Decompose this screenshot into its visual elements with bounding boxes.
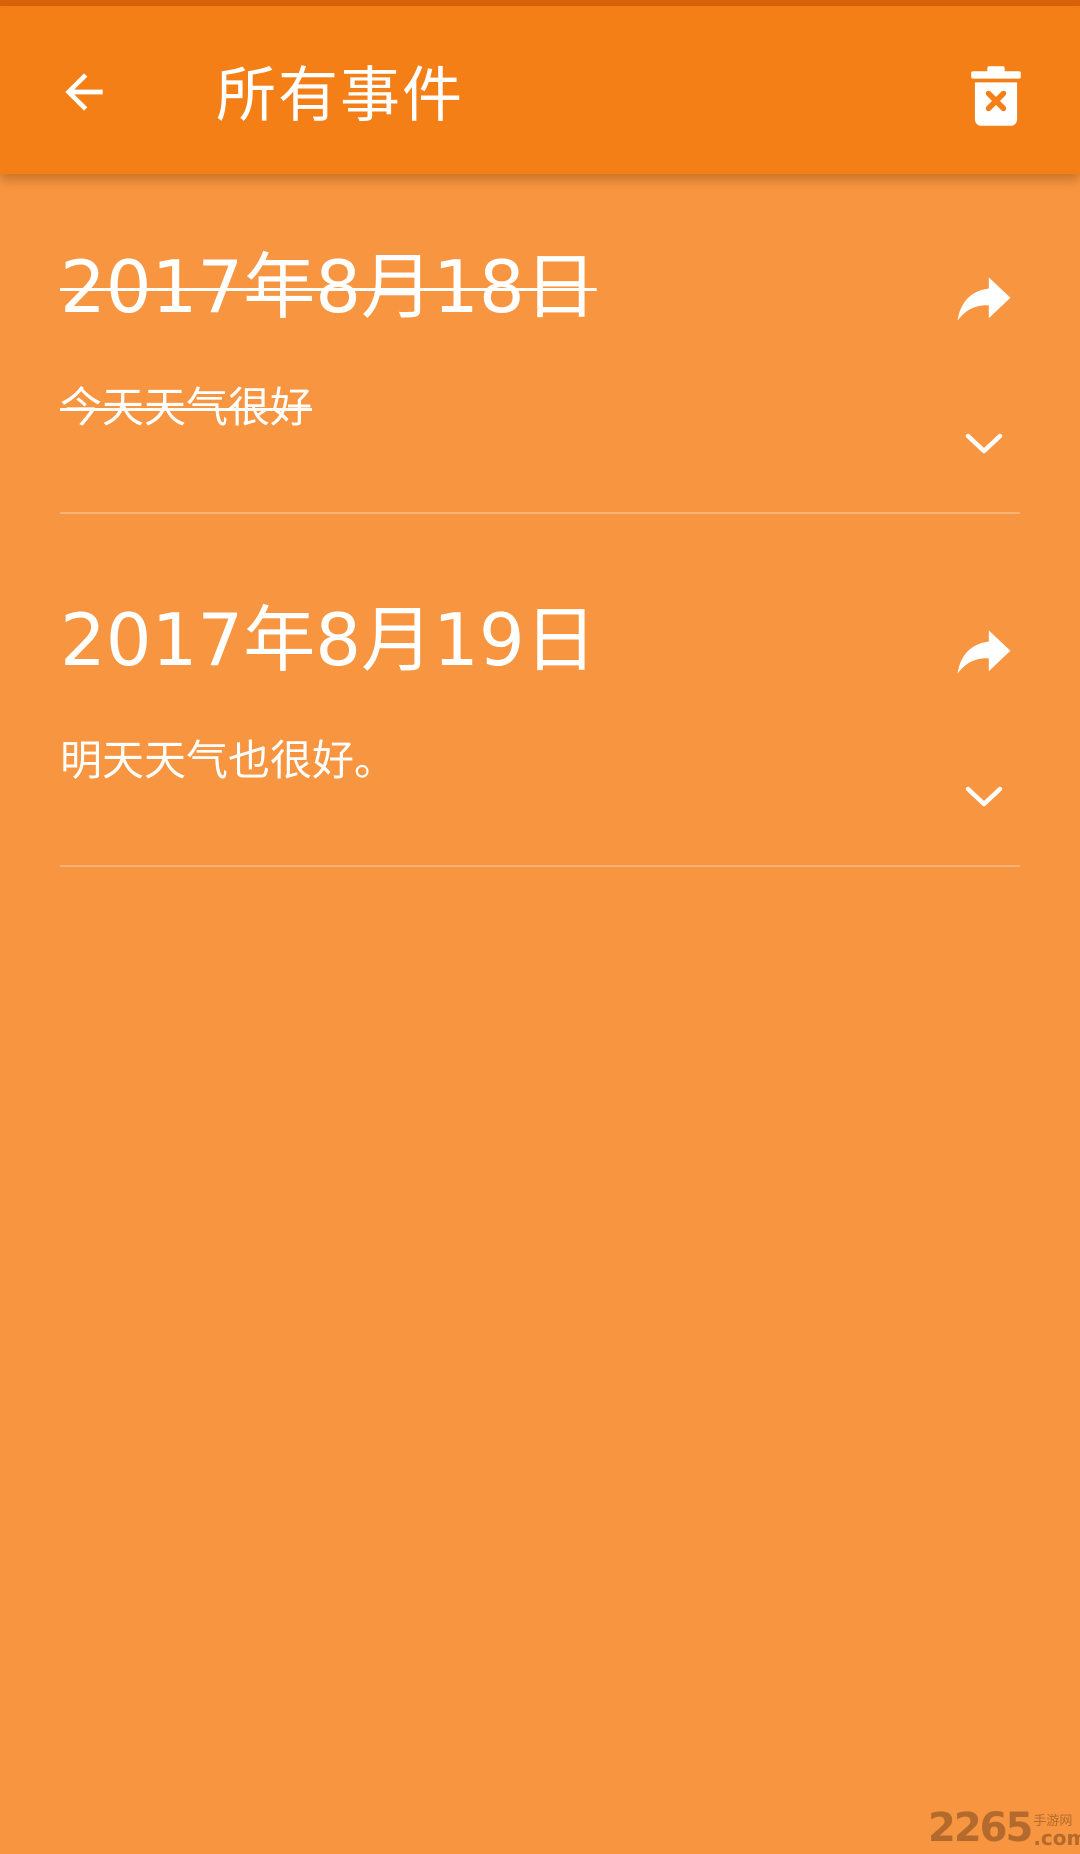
- event-date: 2017年8月18日: [60, 245, 597, 329]
- arrow-left-icon: [65, 73, 103, 111]
- page-title: 所有事件: [216, 61, 464, 131]
- event-item[interactable]: 2017年8月19日 明天天气也很好。: [0, 527, 1080, 880]
- share-arrow-icon: [957, 277, 1011, 321]
- chevron-down-icon: [965, 433, 1003, 454]
- back-button[interactable]: [44, 52, 124, 132]
- event-text: 明天天气也很好。: [60, 736, 397, 785]
- watermark-number: 2265: [928, 1805, 1033, 1851]
- watermark-domain: .com: [1033, 1826, 1080, 1850]
- trash-x-icon: [971, 66, 1021, 126]
- delete-all-button[interactable]: [956, 54, 1036, 138]
- event-date: 2017年8月19日: [60, 598, 597, 682]
- divider: [60, 865, 1020, 867]
- share-button[interactable]: [944, 617, 1024, 687]
- app-bar: 所有事件: [0, 6, 1080, 174]
- divider: [60, 512, 1020, 514]
- watermark-logo: 2265 手游网 .com: [928, 1804, 1080, 1851]
- chevron-down-icon: [965, 786, 1003, 807]
- share-arrow-icon: [957, 630, 1011, 674]
- event-list: 2017年8月18日 今天天气很好 2017年8月19日 明天天气也很好。: [0, 174, 1080, 880]
- event-item[interactable]: 2017年8月18日 今天天气很好: [0, 174, 1080, 527]
- expand-button[interactable]: [954, 418, 1014, 470]
- share-button[interactable]: [944, 264, 1024, 334]
- event-text: 今天天气很好: [60, 383, 313, 432]
- expand-button[interactable]: [954, 771, 1014, 823]
- watermark-side: 手游网 .com: [1033, 1815, 1080, 1848]
